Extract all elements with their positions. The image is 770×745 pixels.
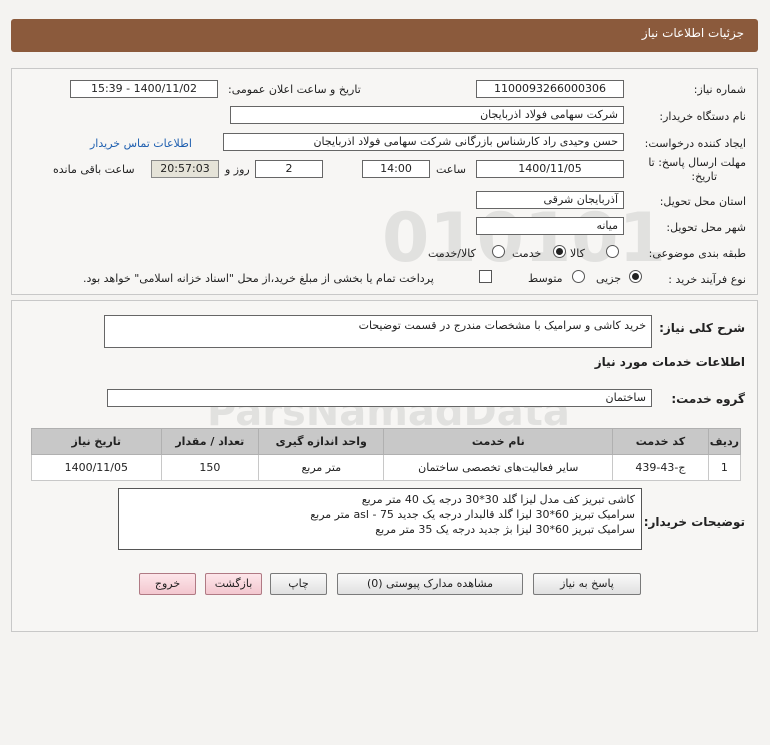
reply-button[interactable]: پاسخ به نیاز bbox=[533, 573, 641, 595]
buyer-desc-label: توضیحات خریدار: bbox=[643, 515, 745, 529]
announce-field[interactable]: 1400/11/02 - 15:39 bbox=[70, 80, 218, 98]
city-field[interactable]: میانه bbox=[476, 217, 624, 235]
back-button[interactable]: بازگشت bbox=[205, 573, 262, 595]
days-label: روز و bbox=[225, 163, 250, 176]
category-service-label: خدمت bbox=[512, 247, 542, 260]
category-goods-label: کالا bbox=[570, 247, 585, 260]
cell-unit: متر مربع bbox=[258, 454, 385, 481]
col-need-date: تاریخ نیاز bbox=[31, 428, 162, 455]
col-row: ردیف bbox=[707, 428, 742, 455]
service-group-field[interactable]: ساختمان bbox=[107, 389, 652, 407]
announce-label: تاریخ و ساعت اعلان عمومی: bbox=[228, 83, 361, 96]
need-info-panel: 010101 شماره نیاز: 1100093266000306 تاری… bbox=[11, 68, 758, 295]
print-button[interactable]: چاپ bbox=[270, 573, 327, 595]
col-unit: واحد اندازه گیری bbox=[258, 428, 385, 455]
table-row[interactable]: 1 ج-43-439 سایر فعالیت‌های تخصصی ساختمان… bbox=[31, 454, 742, 481]
purchase-medium-label: متوسط bbox=[528, 272, 563, 285]
page-header: جزئیات اطلاعات نیاز bbox=[11, 19, 758, 52]
exit-button[interactable]: خروج bbox=[139, 573, 196, 595]
remaining-label: ساعت باقی مانده bbox=[53, 163, 135, 176]
creator-field[interactable]: حسن وحیدی راد کارشناس بازرگانی شرکت سهام… bbox=[223, 133, 624, 151]
treasury-payment-checkbox[interactable] bbox=[479, 270, 492, 283]
buyer-field[interactable]: شرکت سهامی فولاد اذربایجان bbox=[230, 106, 624, 124]
table-header-row: ردیف کد خدمت نام خدمت واحد اندازه گیری ت… bbox=[31, 428, 742, 455]
cell-need-date: 1400/11/05 bbox=[31, 454, 162, 481]
buyer-label: نام دستگاه خریدار: bbox=[659, 110, 746, 123]
services-title: اطلاعات خدمات مورد نیاز bbox=[594, 355, 745, 369]
purchase-type-label: نوع فرآیند خرید : bbox=[668, 273, 746, 286]
col-service-name: نام خدمت bbox=[383, 428, 614, 455]
service-info-panel: ParsNamadData شرح کلی نیاز: خرید کاشی و … bbox=[11, 300, 758, 632]
category-goods-radio[interactable] bbox=[606, 245, 619, 258]
province-label: استان محل تحویل: bbox=[659, 195, 746, 208]
purchase-minor-label: جزیی bbox=[596, 272, 622, 285]
buyer-desc-line-2: سرامیک تبریز 60*30 لیزا گلد قالبدار درجه… bbox=[310, 508, 635, 521]
purchase-minor-radio[interactable] bbox=[629, 270, 642, 283]
deadline-label-2: تاریخ: bbox=[691, 170, 717, 183]
need-number-label: شماره نیاز: bbox=[693, 83, 746, 96]
category-both-radio[interactable] bbox=[492, 245, 505, 258]
buyer-contact-link[interactable]: اطلاعات تماس خریدار bbox=[90, 137, 192, 150]
city-label: شهر محل تحویل: bbox=[666, 221, 746, 234]
services-table: ردیف کد خدمت نام خدمت واحد اندازه گیری ت… bbox=[31, 428, 742, 481]
cell-quantity: 150 bbox=[160, 454, 260, 481]
remaining-time-field: 20:57:03 bbox=[151, 160, 219, 178]
cell-service-code: ج-43-439 bbox=[612, 454, 709, 481]
hour-label: ساعت bbox=[436, 163, 466, 176]
attachments-button[interactable]: مشاهده مدارک پیوستی (0) bbox=[337, 573, 523, 595]
deadline-time-field[interactable]: 14:00 bbox=[362, 160, 430, 178]
category-service-radio[interactable] bbox=[553, 245, 566, 258]
buyer-desc-field[interactable]: کاشی تبریز کف مدل لیزا گلد 30*30 درجه یک… bbox=[118, 488, 642, 550]
buyer-desc-line-1: کاشی تبریز کف مدل لیزا گلد 30*30 درجه یک… bbox=[361, 493, 635, 506]
deadline-label-1: مهلت ارسال پاسخ: تا bbox=[648, 156, 746, 169]
page-title: جزئیات اطلاعات نیاز bbox=[641, 26, 744, 40]
days-field[interactable]: 2 bbox=[255, 160, 323, 178]
category-label: طبقه بندی موضوعی: bbox=[648, 247, 746, 260]
deadline-date-field[interactable]: 1400/11/05 bbox=[476, 160, 624, 178]
category-both-label: کالا/خدمت bbox=[428, 247, 476, 260]
general-desc-field[interactable]: خرید کاشی و سرامیک با مشخصات مندرج در قس… bbox=[104, 315, 652, 348]
province-field[interactable]: آذربایجان شرقی bbox=[476, 191, 624, 209]
col-quantity: تعداد / مقدار bbox=[160, 428, 260, 455]
cell-row: 1 bbox=[707, 454, 742, 481]
service-group-label: گروه خدمت: bbox=[671, 392, 745, 406]
need-number-field[interactable]: 1100093266000306 bbox=[476, 80, 624, 98]
purchase-medium-radio[interactable] bbox=[572, 270, 585, 283]
buyer-desc-line-3: سرامیک تبریز 60*30 لیزا بژ جدید درجه یک … bbox=[375, 523, 635, 536]
col-service-code: کد خدمت bbox=[612, 428, 709, 455]
cell-service-name: سایر فعالیت‌های تخصصی ساختمان bbox=[383, 454, 614, 481]
treasury-payment-note: پرداخت تمام یا بخشی از مبلغ خرید،از محل … bbox=[83, 272, 434, 285]
general-desc-label: شرح کلی نیاز: bbox=[659, 321, 745, 335]
creator-label: ایجاد کننده درخواست: bbox=[644, 137, 746, 150]
watermark-logo: 010101 bbox=[382, 199, 666, 278]
